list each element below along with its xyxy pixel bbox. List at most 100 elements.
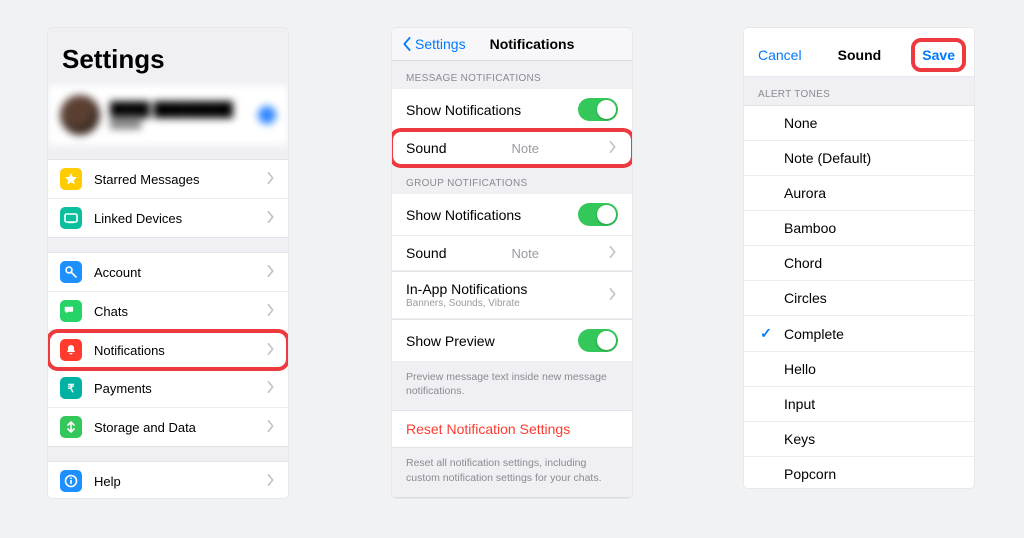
chevron-right-icon: [266, 474, 276, 489]
bell-icon: [60, 339, 82, 361]
section-header-group: GROUP NOTIFICATIONS: [392, 166, 632, 194]
screen-settings: Settings ████ ████████ ████ Starred Mess…: [48, 28, 288, 498]
inapp-notifications-row[interactable]: In-App Notifications Banners, Sounds, Vi…: [392, 271, 632, 319]
profile-sub: ████: [110, 117, 233, 129]
back-label: Settings: [415, 36, 466, 52]
row-label: Linked Devices: [94, 211, 182, 226]
nav-title: Sound: [838, 47, 882, 63]
settings-row-account[interactable]: Account: [48, 253, 288, 292]
navbar: Settings Notifications: [392, 28, 632, 61]
tone-option[interactable]: Circles: [744, 281, 974, 316]
chevron-right-icon: [266, 381, 276, 396]
cancel-button[interactable]: Cancel: [758, 47, 802, 63]
row-label: Sound: [406, 140, 446, 156]
profile-name: ████ ████████: [110, 101, 233, 117]
checkmark-icon: ✓: [758, 325, 774, 342]
settings-row-storage[interactable]: Storage and Data: [48, 408, 288, 446]
tone-label: Note (Default): [784, 150, 871, 166]
footer-text: Preview message text inside new message …: [392, 362, 632, 410]
info-icon: [60, 470, 82, 492]
storage-icon: [60, 416, 82, 438]
message-sound-row[interactable]: Sound Note: [392, 131, 632, 166]
row-label: Starred Messages: [94, 172, 200, 187]
chevron-left-icon: [402, 37, 412, 51]
tone-option[interactable]: Chord: [744, 246, 974, 281]
tone-label: None: [784, 115, 817, 131]
row-value: Note: [512, 141, 539, 156]
avatar: [60, 95, 100, 135]
tone-option[interactable]: None: [744, 106, 974, 141]
show-preview-row[interactable]: Show Preview: [392, 319, 632, 362]
row-label: Show Preview: [406, 333, 495, 349]
chevron-right-icon: [266, 304, 276, 319]
screen-notifications: Settings Notifications MESSAGE NOTIFICAT…: [392, 28, 632, 498]
rupee-icon: ₹: [60, 377, 82, 399]
row-label: Help: [94, 474, 121, 489]
settings-row-chats[interactable]: Chats: [48, 292, 288, 331]
tab-bar: StatusCallsCameraChats16Settings: [392, 497, 632, 498]
tone-option[interactable]: Input: [744, 387, 974, 422]
settings-row-linked[interactable]: Linked Devices: [48, 199, 288, 237]
chevron-right-icon: [266, 211, 276, 226]
tone-label: Input: [784, 396, 815, 412]
row-label: Chats: [94, 304, 128, 319]
profile-row[interactable]: ████ ████████ ████: [48, 85, 288, 145]
tone-option[interactable]: Bamboo: [744, 211, 974, 246]
chevron-right-icon: [266, 172, 276, 187]
tone-option[interactable]: ✓ Complete: [744, 316, 974, 352]
chevron-right-icon: [266, 420, 276, 435]
settings-row-help[interactable]: Help: [48, 462, 288, 498]
tone-option[interactable]: Hello: [744, 352, 974, 387]
settings-row-notifications[interactable]: Notifications: [48, 329, 288, 371]
tone-label: Hello: [784, 361, 816, 377]
tone-option[interactable]: Popcorn: [744, 457, 974, 488]
row-label: Show Notifications: [406, 102, 521, 118]
chat-icon: [60, 300, 82, 322]
screen-sound-picker: Cancel Sound Save ALERT TONES None Note (…: [744, 28, 974, 488]
tone-label: Bamboo: [784, 220, 836, 236]
save-button[interactable]: Save: [917, 44, 960, 66]
section-header-alert-tones: ALERT TONES: [744, 77, 974, 105]
toggle[interactable]: [578, 203, 618, 226]
back-button[interactable]: Settings: [402, 36, 466, 52]
key-icon: [60, 261, 82, 283]
row-label: Sound: [406, 245, 446, 261]
qr-badge-icon[interactable]: [258, 106, 276, 124]
svg-text:₹: ₹: [68, 383, 75, 395]
settings-row-payments[interactable]: ₹ Payments: [48, 369, 288, 408]
group-show-notifications-row[interactable]: Show Notifications: [392, 194, 632, 236]
footer-text: Reset all notification settings, includi…: [392, 448, 632, 496]
devices-icon: [60, 207, 82, 229]
tone-option[interactable]: Aurora: [744, 176, 974, 211]
tone-label: Chord: [784, 255, 822, 271]
tone-label: Aurora: [784, 185, 826, 201]
toggle[interactable]: [578, 329, 618, 352]
section-header-message: MESSAGE NOTIFICATIONS: [392, 61, 632, 89]
chevron-right-icon: [608, 245, 618, 261]
nav-title: Notifications: [490, 36, 575, 52]
chevron-right-icon: [266, 343, 276, 358]
tone-label: Keys: [784, 431, 815, 447]
row-sub: Banners, Sounds, Vibrate: [406, 298, 527, 309]
row-label: Account: [94, 265, 141, 280]
message-show-notifications-row[interactable]: Show Notifications: [392, 89, 632, 131]
reset-notification-settings[interactable]: Reset Notification Settings: [392, 410, 632, 448]
row-value: Note: [512, 246, 539, 261]
row-label: Notifications: [94, 343, 165, 358]
tone-label: Circles: [784, 290, 827, 306]
page-title: Settings: [48, 28, 288, 85]
settings-row-starred[interactable]: Starred Messages: [48, 160, 288, 199]
group-sound-row[interactable]: Sound Note: [392, 236, 632, 271]
chevron-right-icon: [608, 287, 618, 303]
navbar: Cancel Sound Save: [744, 28, 974, 77]
row-label: Storage and Data: [94, 420, 196, 435]
row-label: Payments: [94, 381, 152, 396]
row-label: Show Notifications: [406, 207, 521, 223]
tone-option[interactable]: Note (Default): [744, 141, 974, 176]
tone-label: Complete: [784, 326, 844, 342]
chevron-right-icon: [266, 265, 276, 280]
toggle[interactable]: [578, 98, 618, 121]
chevron-right-icon: [608, 140, 618, 156]
tone-option[interactable]: Keys: [744, 422, 974, 457]
star-icon: [60, 168, 82, 190]
